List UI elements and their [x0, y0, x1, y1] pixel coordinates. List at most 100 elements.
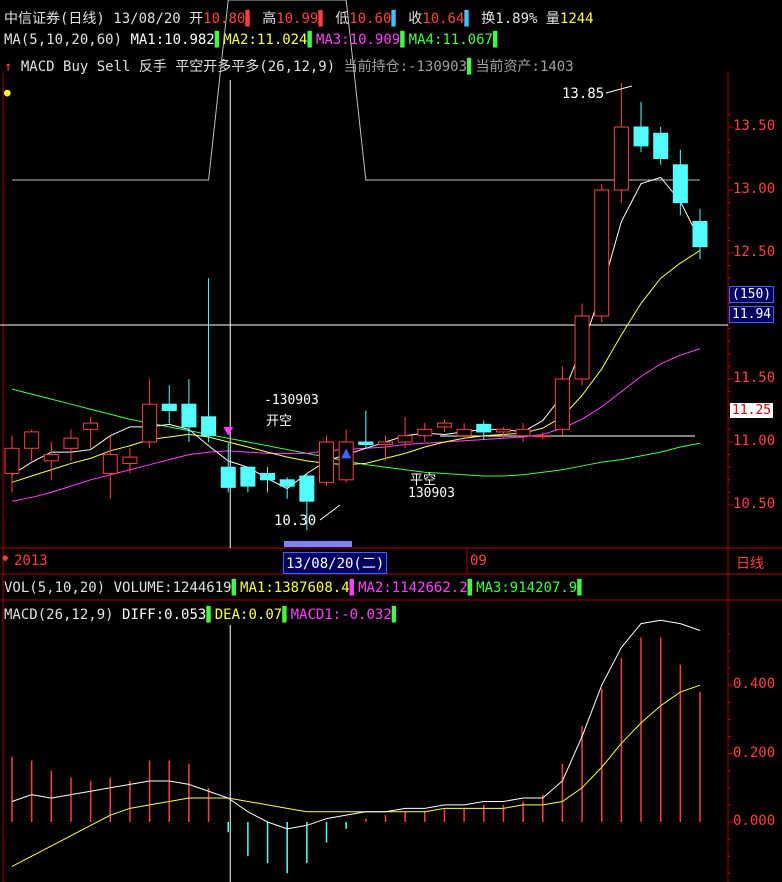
open-short-arrow	[223, 426, 234, 436]
candle[interactable]	[319, 435, 335, 487]
candle-body	[535, 435, 551, 438]
candle[interactable]	[594, 183, 610, 323]
candle-body	[4, 447, 20, 474]
candle-body	[476, 423, 492, 433]
candle[interactable]	[653, 127, 669, 165]
candle-body	[594, 189, 610, 317]
chart-canvas[interactable]	[0, 0, 782, 882]
low-leader	[319, 504, 341, 521]
price-tick-label: 13.00	[733, 181, 776, 197]
candle[interactable]	[279, 477, 295, 499]
high-annotation: 13.85	[562, 86, 605, 102]
candle[interactable]	[220, 443, 236, 493]
candle-body	[319, 441, 335, 483]
macd-diff: DIFF:0.053	[122, 607, 207, 623]
candle-body	[260, 473, 276, 481]
candle-body	[338, 441, 354, 481]
candle-body	[358, 441, 374, 446]
candle[interactable]	[83, 416, 99, 449]
candle-body	[456, 428, 472, 437]
candle[interactable]	[436, 419, 452, 432]
diamond-icon[interactable]: ◆	[2, 551, 9, 564]
candle-body	[240, 466, 256, 487]
range-marker	[284, 541, 352, 547]
candle[interactable]	[358, 410, 374, 449]
macd-tick-label: 0.200	[733, 744, 776, 761]
candle-body	[201, 416, 217, 437]
open-short-qty: -130903	[264, 393, 319, 408]
vol-ma3: MA3:914207.9	[476, 580, 578, 596]
candle-body	[554, 378, 570, 430]
candle-body	[692, 221, 708, 248]
candle-body	[83, 422, 99, 430]
candle[interactable]	[692, 208, 708, 260]
candle[interactable]	[161, 385, 177, 424]
vol-ma1: MA1:1387608.4	[240, 580, 350, 596]
candle[interactable]	[515, 423, 531, 442]
candle[interactable]	[554, 366, 570, 436]
candle[interactable]	[397, 416, 413, 449]
candle[interactable]	[122, 448, 138, 474]
macd-legend: MACD(26,12,9) DIFF:0.053▌DEA:0.07▌MACD1:…	[4, 607, 401, 623]
macd-macd1: MACD1:-0.032	[290, 607, 392, 623]
candle[interactable]	[633, 101, 649, 153]
price-tick-label: 11.00	[733, 433, 776, 449]
candle[interactable]	[456, 423, 472, 439]
candle[interactable]	[201, 278, 217, 442]
candle[interactable]	[181, 379, 197, 442]
candle-body	[436, 422, 452, 428]
candle[interactable]	[613, 82, 629, 203]
macd-tick-label: 0.000	[733, 813, 776, 829]
candle[interactable]	[417, 423, 433, 442]
candle-body	[672, 164, 688, 204]
macd-title: MACD(26,12,9)	[4, 607, 114, 623]
candle-body	[102, 454, 118, 475]
ma3-line	[11, 348, 701, 502]
cursor-date: 13/08/20(二)	[283, 552, 388, 574]
candle[interactable]	[672, 149, 688, 216]
candle-body	[181, 403, 197, 428]
candle-body	[220, 466, 236, 488]
candle-body	[613, 126, 629, 191]
period-tag[interactable]: 日线	[736, 553, 764, 573]
candle-body	[24, 431, 40, 449]
price-tick-label: 11.50	[733, 370, 776, 386]
vol-legend: VOL(5,10,20) VOLUME:1244619▌MA1:1387608.…	[4, 580, 586, 596]
candle[interactable]	[63, 429, 79, 461]
candle[interactable]	[240, 466, 256, 493]
candle[interactable]	[142, 379, 158, 449]
high-leader	[605, 85, 633, 94]
macd-tick-label: 0.400	[733, 676, 776, 693]
price-tick-label: 13.50	[733, 118, 776, 134]
close-short-qty: 130903	[408, 486, 455, 501]
vol-ma2: MA2:1142662.2	[358, 580, 468, 596]
candle-body	[142, 403, 158, 443]
candle-body	[633, 126, 649, 147]
candle[interactable]	[24, 429, 40, 461]
candle-body	[161, 403, 177, 412]
price-tick-label: 12.50	[733, 244, 776, 260]
candle-body	[377, 441, 393, 446]
open-short-label: 开空	[266, 414, 293, 429]
candle[interactable]	[574, 303, 590, 386]
vol-volume: VOLUME:1244619	[113, 580, 232, 596]
month-label: 09	[470, 553, 487, 569]
candle[interactable]	[43, 442, 59, 480]
crosshair-label: (150)	[729, 286, 775, 303]
candle-body	[397, 435, 413, 443]
price-tick-label: 10.50	[733, 496, 776, 512]
candle-body	[417, 428, 433, 437]
candle-body	[653, 132, 669, 160]
candle[interactable]	[4, 435, 20, 493]
year-label: 2013	[14, 553, 48, 569]
candle-body	[43, 454, 59, 462]
macd-dea-line	[11, 684, 701, 867]
candle-body	[574, 315, 590, 380]
candle[interactable]	[102, 435, 118, 499]
candle[interactable]	[260, 467, 276, 493]
candle[interactable]	[495, 426, 511, 439]
vol-title: VOL(5,10,20)	[4, 580, 106, 596]
last-price-tag: 11.25	[730, 403, 774, 418]
candle-body	[515, 428, 531, 437]
candle-body	[495, 428, 511, 433]
